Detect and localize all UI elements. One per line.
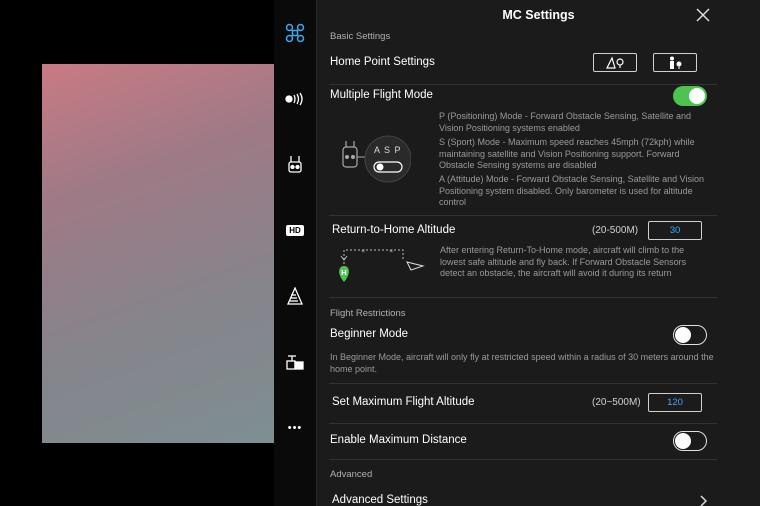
battery-checklist-icon[interactable] — [274, 282, 316, 310]
home-point-label: Home Point Settings — [330, 56, 435, 68]
p-mode-description: P (Positioning) Mode - Forward Obstacle … — [439, 111, 691, 133]
svg-text:«: « — [361, 247, 365, 255]
rth-altitude-range: (20-500M) — [592, 225, 639, 236]
home-point-pilot-button[interactable] — [653, 53, 697, 72]
advanced-settings-link[interactable]: Advanced Settings — [332, 494, 428, 506]
section-flight-restrictions: Flight Restrictions — [330, 308, 406, 319]
max-altitude-range: (20~500M) — [592, 397, 641, 408]
page-title: MC Settings — [502, 8, 575, 22]
beginner-mode-label: Beginner Mode — [330, 328, 408, 340]
s-mode-description: S (Sport) Mode - Maximum speed reaches 4… — [439, 137, 695, 170]
section-advanced: Advanced — [330, 469, 373, 480]
beginner-mode-description: In Beginner Mode, aircraft will only fly… — [330, 352, 714, 374]
toggle-knob — [675, 432, 691, 449]
max-altitude-input[interactable]: 120 — [648, 393, 702, 412]
more-icon[interactable]: ••• — [274, 414, 316, 442]
rth-altitude-label: Return-to-Home Altitude — [332, 224, 456, 236]
max-distance-toggle[interactable] — [673, 431, 707, 451]
mc-settings-panel: MC Settings Basic Settings Home Point Se… — [317, 0, 760, 506]
beginner-mode-toggle[interactable] — [673, 325, 707, 345]
toggle-knob — [689, 88, 705, 104]
aircraft-settings-icon[interactable] — [274, 19, 316, 47]
separator — [329, 383, 717, 384]
toggle-knob — [675, 326, 691, 343]
separator — [329, 459, 717, 460]
multiple-flight-mode-label: Multiple Flight Mode — [330, 89, 433, 101]
svg-text:«: « — [389, 247, 393, 255]
flight-mode-switch-letters: A S P — [374, 145, 402, 155]
flight-mode-switch-illustration: A S P — [341, 135, 412, 185]
separator — [329, 215, 717, 216]
max-distance-label: Enable Maximum Distance — [330, 434, 467, 446]
section-basic-settings: Basic Settings — [330, 31, 391, 42]
gimbal-camera-icon[interactable] — [274, 348, 316, 376]
max-altitude-label: Set Maximum Flight Altitude — [332, 396, 475, 408]
hd-video-icon[interactable]: HD — [274, 216, 316, 244]
close-icon[interactable] — [695, 7, 711, 23]
obstacle-sensing-icon[interactable] — [274, 85, 316, 113]
rth-illustration: « « H — [333, 244, 425, 288]
svg-text:H: H — [341, 269, 347, 277]
separator — [329, 84, 717, 85]
a-mode-description: A (Attitude) Mode - Forward Obstacle Sen… — [439, 174, 704, 207]
settings-sidebar: HD ••• — [274, 0, 316, 506]
home-point-aircraft-button[interactable] — [593, 53, 637, 72]
chevron-right-icon[interactable] — [699, 494, 708, 506]
rth-description: After entering Return-To-Home mode, airc… — [440, 245, 687, 278]
remote-controller-icon[interactable] — [274, 151, 316, 179]
camera-preview — [42, 64, 274, 443]
rth-altitude-input[interactable]: 30 — [648, 221, 702, 240]
multiple-flight-mode-toggle[interactable] — [673, 86, 707, 106]
separator — [329, 297, 717, 298]
separator — [329, 423, 717, 424]
